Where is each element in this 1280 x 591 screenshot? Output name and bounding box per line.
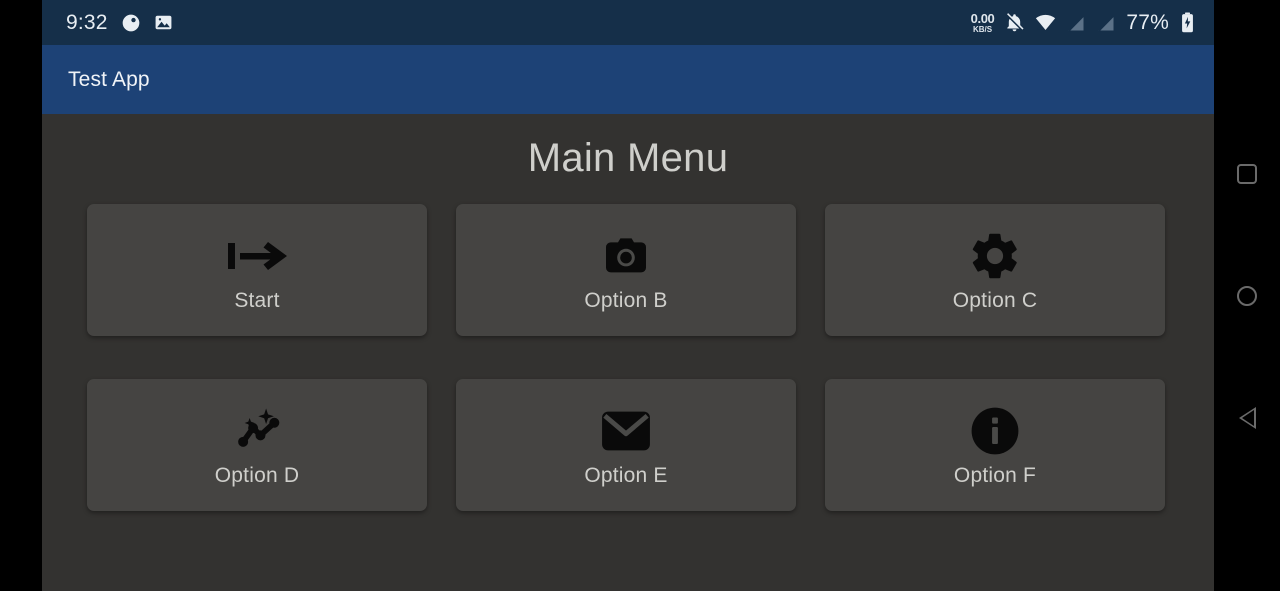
status-bar: 9:32 0.00 KB/S 77% xyxy=(42,0,1214,45)
app-bar-title: Test App xyxy=(68,67,150,91)
menu-card-option-c[interactable]: Option C xyxy=(825,204,1165,336)
page-title: Main Menu xyxy=(527,136,729,180)
status-bar-left-group: 9:32 xyxy=(66,11,173,35)
signal-slot-2-icon xyxy=(1096,13,1116,33)
network-speed-indicator: 0.00 KB/S xyxy=(971,12,995,34)
menu-card-label: Option F xyxy=(953,464,1037,487)
battery-charging-icon xyxy=(1179,12,1196,33)
menu-card-option-d[interactable]: Option D xyxy=(87,379,427,511)
notifications-muted-icon xyxy=(1004,12,1025,33)
home-button[interactable] xyxy=(1230,279,1264,313)
menu-card-label: Start xyxy=(234,289,280,312)
status-bar-clock: 9:32 xyxy=(66,10,108,34)
signal-slot-1-icon xyxy=(1066,13,1086,33)
dnd-circle-icon xyxy=(121,13,141,33)
menu-card-label: Option B xyxy=(584,289,668,312)
screen: 9:32 0.00 KB/S 77% Test App Main Menu St… xyxy=(0,0,1280,591)
gear-icon xyxy=(968,227,1022,285)
triangle-left-icon xyxy=(1238,406,1256,429)
wifi-icon xyxy=(1035,12,1056,33)
email-icon xyxy=(598,402,654,460)
square-icon xyxy=(1237,163,1257,184)
gallery-image-icon xyxy=(154,13,173,32)
start-arrow-icon xyxy=(222,227,292,285)
network-speed-unit: KB/S xyxy=(972,24,993,34)
menu-card-start[interactable]: Start xyxy=(87,204,427,336)
back-button[interactable] xyxy=(1230,401,1264,435)
camera-icon xyxy=(598,227,654,285)
android-nav-bar xyxy=(1214,0,1280,591)
menu-card-option-f[interactable]: Option F xyxy=(825,379,1165,511)
device-bezel-left xyxy=(0,0,42,591)
auto-graph-icon xyxy=(227,402,287,460)
device-viewport: 9:32 0.00 KB/S 77% Test App Main Menu St… xyxy=(42,0,1214,591)
menu-card-label: Option D xyxy=(214,464,300,487)
network-speed-value: 0.00 xyxy=(970,10,995,26)
recents-button[interactable] xyxy=(1230,157,1264,191)
menu-card-label: Option C xyxy=(952,289,1038,312)
menu-card-label: Option E xyxy=(584,464,668,487)
battery-percentage: 77% xyxy=(1126,10,1169,34)
menu-grid: Start Option B Option C Option D Option … xyxy=(87,204,1169,511)
menu-card-option-b[interactable]: Option B xyxy=(456,204,796,336)
main-content: Main Menu Start Option B Option C Option… xyxy=(42,114,1214,591)
info-icon xyxy=(968,402,1022,460)
app-bar: Test App xyxy=(42,45,1214,114)
status-bar-right-group: 0.00 KB/S 77% xyxy=(971,11,1196,35)
menu-card-option-e[interactable]: Option E xyxy=(456,379,796,511)
circle-icon xyxy=(1237,285,1257,306)
